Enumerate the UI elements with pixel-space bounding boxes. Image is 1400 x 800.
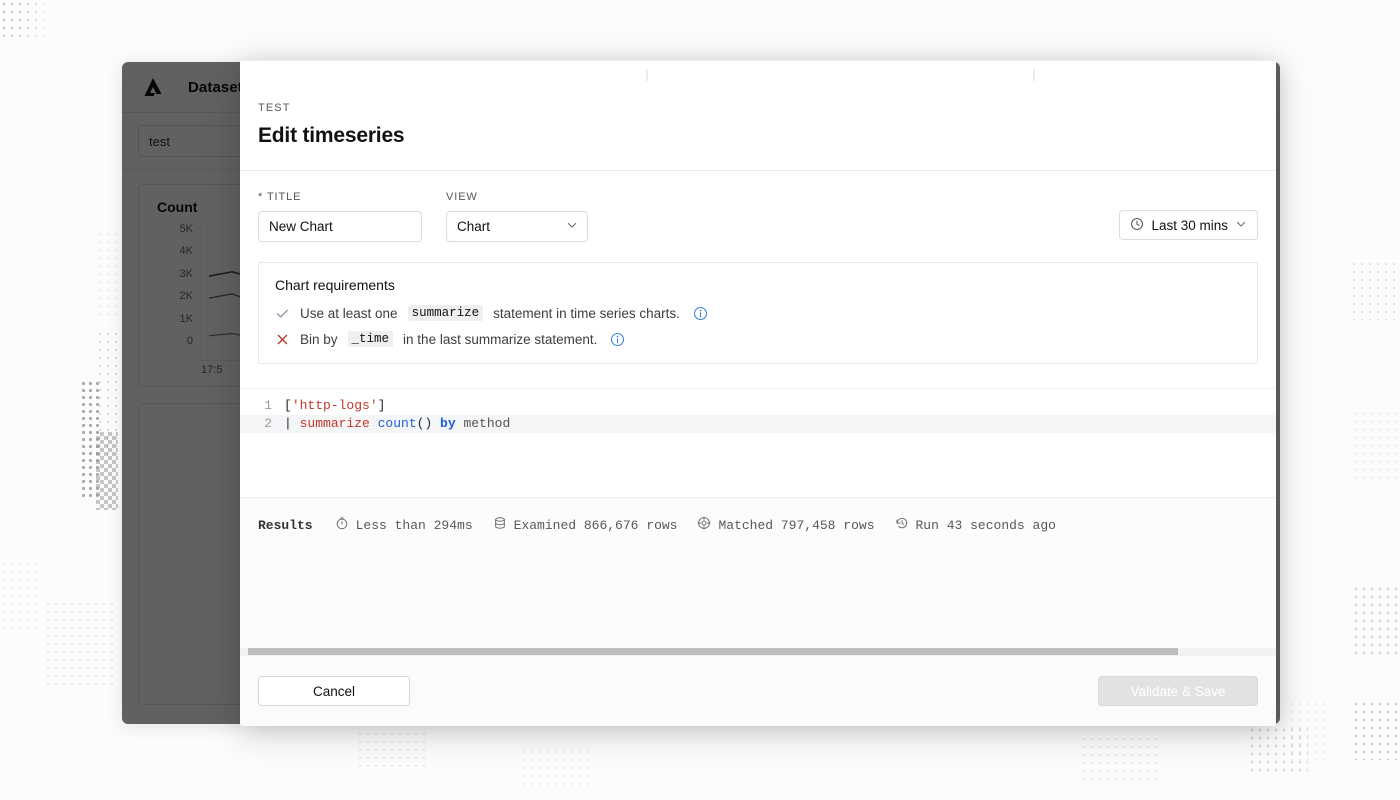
y-tick: 1K — [180, 313, 193, 325]
results-bar: Results Less than 294ms — [240, 498, 1276, 534]
chart-requirements-title: Chart requirements — [275, 277, 1241, 293]
code-token: () — [417, 416, 440, 431]
code-content: | summarize count() by method — [284, 415, 510, 433]
time-range-picker[interactable]: Last 30 mins — [1119, 210, 1258, 240]
decor-dots-left-low — [80, 380, 100, 500]
y-tick: 5K — [180, 223, 193, 235]
requirement-text-after: in the last summarize statement. — [403, 332, 597, 347]
code-token: | — [284, 416, 300, 431]
stat-text: Run 43 seconds ago — [916, 518, 1056, 533]
history-icon — [895, 516, 909, 534]
code-token: summarize — [300, 416, 378, 431]
stat-run-time: Run 43 seconds ago — [895, 516, 1056, 534]
decor-dots-bottom-mid — [356, 730, 426, 770]
modal-tick-right — [1033, 69, 1035, 81]
stat-text: Matched 797,458 rows — [718, 518, 874, 533]
stat-query-duration: Less than 294ms — [335, 516, 473, 534]
chevron-down-icon — [1235, 218, 1247, 233]
code-token: ] — [378, 398, 386, 413]
x-icon — [275, 332, 290, 347]
results-label: Results — [258, 518, 313, 533]
decor-dots-top-left — [0, 0, 56, 40]
decor-dots-right-low — [1352, 585, 1400, 655]
modal-top-border — [240, 60, 1276, 61]
stopwatch-icon — [335, 516, 349, 534]
info-icon[interactable] — [610, 332, 625, 347]
page-title: Edit timeseries — [258, 124, 1276, 148]
decor-dots-bottom-left — [44, 600, 114, 690]
decor-dots-right-mid — [1352, 410, 1400, 480]
background-chart-yaxis: 5K 4K 3K 2K 1K 0 — [155, 221, 201, 361]
requirement-item-bin-time: Bin by _time in the last summarize state… — [275, 331, 1241, 347]
decor-dots-right-upper — [1350, 260, 1400, 320]
decor-dots-right-edge — [1288, 700, 1328, 760]
y-tick: 0 — [187, 335, 193, 347]
y-tick: 4K — [180, 245, 193, 257]
requirement-item-summarize: Use at least one summarize statement in … — [275, 305, 1241, 321]
requirement-text-before: Bin by — [300, 332, 338, 347]
decor-dots-bottom-left-2 — [0, 560, 40, 630]
line-number: 1 — [250, 397, 272, 415]
view-field-group: VIEW Chart — [446, 191, 588, 242]
code-token: 'http-logs' — [292, 398, 378, 413]
clock-icon — [1130, 217, 1144, 234]
code-token: [ — [284, 398, 292, 413]
decor-dots-bottom-right-2 — [1248, 726, 1308, 776]
decor-dots-right-bottom — [1352, 700, 1400, 760]
stat-text: Less than 294ms — [356, 518, 473, 533]
controls-row: * TITLE VIEW Chart — [240, 171, 1276, 262]
cancel-button[interactable]: Cancel — [258, 676, 410, 706]
decor-dots-left-upper — [96, 230, 118, 320]
validate-and-save-button[interactable]: Validate & Save — [1098, 676, 1258, 706]
decor-dots-bottom-mid-2 — [520, 748, 590, 788]
x-tick: 17:5 — [201, 364, 222, 376]
requirement-code-token: _time — [348, 331, 394, 347]
requirement-text-before: Use at least one — [300, 306, 398, 321]
modal-header: TEST Edit timeseries — [240, 60, 1276, 170]
modal-tick-left — [646, 69, 648, 81]
title-field-group: * TITLE — [258, 191, 422, 242]
code-token: method — [463, 416, 510, 431]
modal-eyebrow: TEST — [258, 102, 1276, 114]
screen: Datasets test Count 5K 4K 3K 2K 1K — [0, 0, 1400, 800]
horizontal-scrollbar-thumb[interactable] — [248, 648, 1178, 655]
stat-examined-rows: Examined 866,676 rows — [493, 516, 678, 534]
requirement-code-token: summarize — [408, 305, 484, 321]
axiom-logo-icon — [140, 74, 166, 100]
code-line[interactable]: 1 ['http-logs'] — [240, 397, 1276, 415]
line-number: 2 — [250, 415, 272, 433]
target-icon — [697, 516, 711, 534]
title-input[interactable] — [258, 211, 422, 242]
decor-dots-bottom-right — [1080, 735, 1160, 785]
y-tick: 3K — [180, 268, 193, 280]
code-token: by — [440, 416, 463, 431]
view-select[interactable]: Chart — [446, 211, 588, 242]
query-editor[interactable]: 1 ['http-logs'] 2 | summarize count() by… — [240, 388, 1276, 498]
modal-footer: Cancel Validate & Save — [240, 655, 1276, 726]
decor-dots-left-mid — [96, 330, 118, 460]
requirement-text-after: statement in time series charts. — [493, 306, 680, 321]
code-line[interactable]: 2 | summarize count() by method — [240, 415, 1276, 433]
code-token: count — [378, 416, 417, 431]
check-icon — [275, 306, 290, 321]
results-section: Results Less than 294ms — [240, 498, 1276, 655]
code-content: ['http-logs'] — [284, 397, 385, 415]
stat-text: Examined 866,676 rows — [514, 518, 678, 533]
stat-matched-rows: Matched 797,458 rows — [697, 516, 874, 534]
title-field-label: * TITLE — [258, 191, 422, 203]
view-field-label: VIEW — [446, 191, 588, 203]
info-icon[interactable] — [693, 306, 708, 321]
decor-checker-left — [96, 432, 118, 510]
time-range-label: Last 30 mins — [1151, 218, 1228, 233]
chart-requirements-panel: Chart requirements Use at least one summ… — [258, 262, 1258, 364]
horizontal-scrollbar-track[interactable] — [240, 648, 1276, 655]
edit-timeseries-modal: TEST Edit timeseries * TITLE VIEW Chart — [240, 60, 1276, 726]
view-select-value: Chart — [457, 219, 490, 234]
y-tick: 2K — [180, 290, 193, 302]
decor-dots-top-left-2 — [0, 0, 48, 36]
database-icon — [493, 516, 507, 534]
chevron-down-icon — [566, 219, 578, 234]
